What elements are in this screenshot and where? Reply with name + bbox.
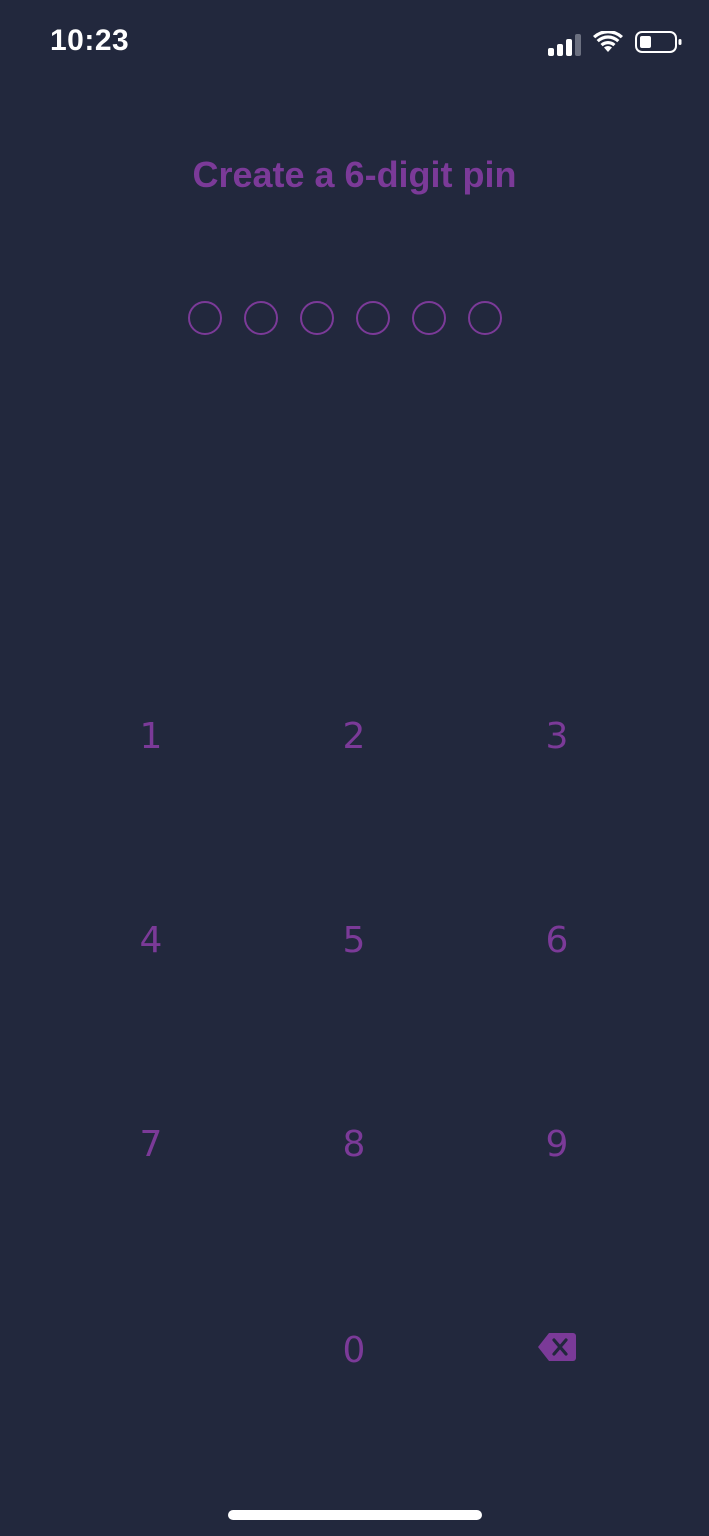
pin-dot — [188, 301, 222, 335]
key-6[interactable]: 6 — [477, 860, 637, 1020]
pin-dot — [412, 301, 446, 335]
home-indicator[interactable] — [228, 1510, 482, 1520]
key-3[interactable]: 3 — [477, 656, 637, 816]
status-bar: 10:23 — [0, 0, 709, 88]
status-icons — [548, 30, 683, 59]
numeric-keypad: 1 2 3 4 5 6 7 8 9 0 — [0, 636, 709, 1456]
key-7[interactable]: 7 — [71, 1064, 231, 1224]
pin-dot — [300, 301, 334, 335]
key-1[interactable]: 1 — [71, 656, 231, 816]
status-time: 10:23 — [50, 24, 130, 57]
key-2[interactable]: 2 — [274, 656, 434, 816]
cellular-signal-icon — [548, 33, 581, 56]
key-5[interactable]: 5 — [274, 860, 434, 1020]
pin-setup-screen: 10:23 Create a 6-digit pin 1 2 3 4 5 6 7… — [0, 0, 709, 1536]
page-title: Create a 6-digit pin — [192, 154, 517, 195]
key-0[interactable]: 0 — [274, 1270, 434, 1430]
key-9[interactable]: 9 — [477, 1064, 637, 1224]
pin-dot — [468, 301, 502, 335]
key-4[interactable]: 4 — [71, 860, 231, 1020]
backspace-icon — [537, 1330, 577, 1371]
delete-button[interactable] — [477, 1270, 637, 1430]
wifi-icon — [593, 30, 623, 58]
pin-dot — [356, 301, 390, 335]
key-8[interactable]: 8 — [274, 1064, 434, 1224]
pin-dot — [244, 301, 278, 335]
battery-icon — [635, 30, 683, 59]
pin-indicator — [188, 301, 502, 335]
